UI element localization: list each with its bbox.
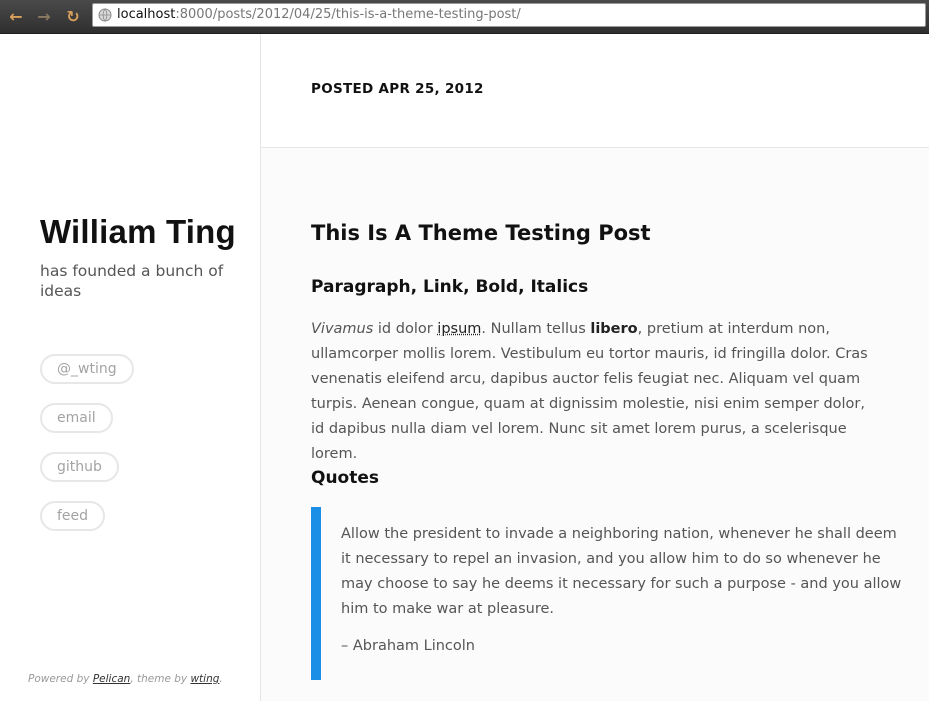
italic-text: Vivamus [311,321,374,337]
bold-text: libero [590,321,638,337]
pelican-link[interactable]: Pelican [93,673,131,685]
footer-suffix: . [219,673,223,685]
wting-link[interactable]: wting [190,673,219,685]
main-content: POSTED APR 25, 2012 This Is A Theme Test… [261,34,929,701]
quote-text: Allow the president to invade a neighbor… [341,526,902,617]
post-title: This Is A Theme Testing Post [311,221,651,245]
address-bar[interactable]: localhost:8000/posts/2012/04/25/this-is-… [92,3,926,27]
site-tagline: has founded a bunch of ideas [40,262,224,300]
paragraph-text-1: id dolor [373,321,438,337]
body-paragraph: Vivamus id dolor ipsum. Nullam tellus li… [311,317,871,467]
post-header: POSTED APR 25, 2012 [261,34,929,148]
github-link[interactable]: github [40,452,119,482]
browser-toolbar: ← → ↻ localhost:8000/posts/2012/04/25/th… [0,0,929,34]
blockquote: Allow the president to invade a neighbor… [311,507,921,680]
sidebar: William Ting has founded a bunch of idea… [0,34,261,701]
section-heading-paragraph: Paragraph, Link, Bold, Italics [311,277,589,297]
feed-link[interactable]: feed [40,501,106,531]
footer-middle: , theme by [130,673,191,685]
arrow-right-icon: → [37,6,51,26]
section-heading-quotes: Quotes [311,468,380,488]
paragraph-text-3: , pretium at interdum non, ullamcorper m… [311,321,868,462]
back-button[interactable]: ← [6,6,26,26]
footer-prefix: Powered by [28,673,93,685]
reload-button[interactable]: ↻ [63,6,83,26]
globe-icon [98,8,112,22]
post-date: POSTED APR 25, 2012 [311,81,484,97]
quote-citation: – Abraham Lincoln [341,638,475,654]
url-text: localhost:8000/posts/2012/04/25/this-is-… [117,7,521,22]
reload-icon: ↻ [66,6,80,26]
email-link[interactable]: email [40,403,113,433]
url-host: localhost [117,7,176,22]
forward-button[interactable]: → [34,6,54,26]
powered-by-footer: Powered by Pelican, theme by wting. [28,673,223,685]
arrow-left-icon: ← [9,6,23,26]
site-title[interactable]: William Ting [40,213,236,251]
paragraph-text-2: . Nullam tellus [481,321,591,337]
twitter-link[interactable]: @_wting [40,354,134,384]
ipsum-link[interactable]: ipsum [437,321,481,337]
url-path: :8000/posts/2012/04/25/this-is-a-theme-t… [175,7,521,22]
